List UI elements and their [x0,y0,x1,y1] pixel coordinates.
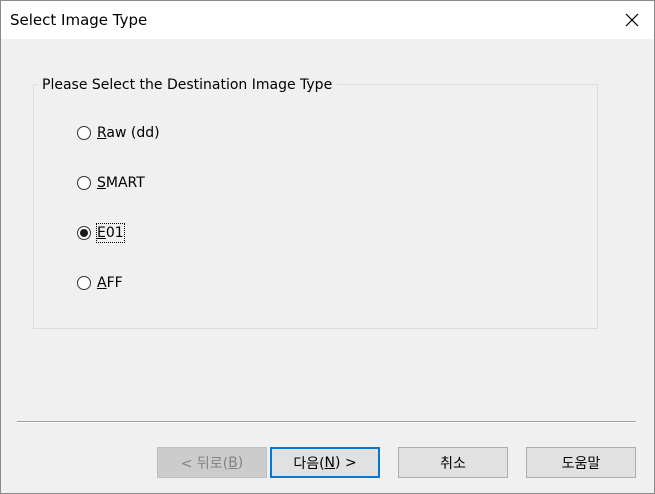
dialog-title: Select Image Type [10,11,148,29]
radio-label: Raw (dd) [97,125,160,141]
radio-e01[interactable]: E01 [77,223,125,243]
radio-label: E01 [96,223,125,243]
footer-separator [17,421,636,423]
help-button[interactable]: 도움말 [526,447,636,478]
title-bar: Select Image Type [1,1,654,39]
radio-label: AFF [97,275,123,291]
radio-raw-dd[interactable]: Raw (dd) [77,123,160,143]
radio-button[interactable] [77,176,91,190]
radio-button[interactable] [77,276,91,290]
radio-button-selected[interactable] [77,226,91,240]
radio-label: SMART [97,175,145,191]
next-button[interactable]: 다음(N) > [270,447,380,478]
radio-button[interactable] [77,126,91,140]
radio-smart[interactable]: SMART [77,173,145,193]
close-button[interactable] [610,1,654,39]
group-legend: Please Select the Destination Image Type [37,76,338,94]
close-icon [625,13,639,27]
back-button[interactable]: < 뒤로(B) [157,447,267,478]
cancel-button[interactable]: 취소 [398,447,508,478]
radio-aff[interactable]: AFF [77,273,123,293]
